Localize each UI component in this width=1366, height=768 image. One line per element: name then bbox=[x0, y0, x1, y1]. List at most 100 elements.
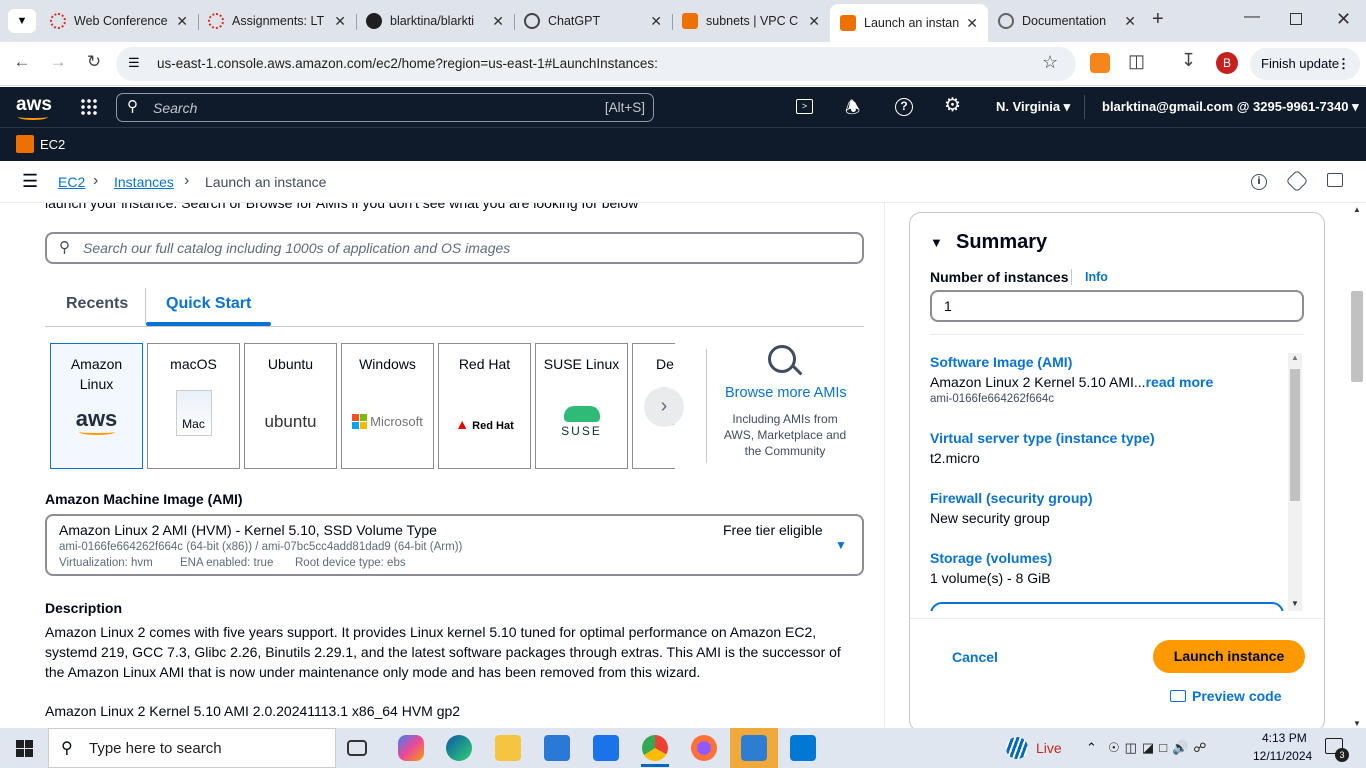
settings-gear-icon[interactable]: ⚙ bbox=[944, 94, 961, 117]
breadcrumb-ec2[interactable]: EC2 bbox=[58, 174, 85, 190]
reload-icon[interactable]: ↻ bbox=[82, 52, 106, 72]
os-card-amazon-linux[interactable]: Amazon Linux aws bbox=[50, 343, 143, 469]
help-icon[interactable]: ? bbox=[895, 98, 913, 116]
summary-instance-type-link[interactable]: Virtual server type (instance type) bbox=[930, 430, 1155, 446]
tray-chevron-up-icon[interactable]: ⌃ bbox=[1086, 740, 1097, 756]
file-explorer-icon[interactable] bbox=[495, 735, 521, 761]
tutorial-panel-icon[interactable] bbox=[1327, 173, 1343, 187]
close-tab-icon[interactable]: ✕ bbox=[334, 13, 346, 30]
site-info-icon[interactable]: ☰ bbox=[128, 55, 140, 71]
cloudshell-icon[interactable]: > bbox=[796, 99, 813, 114]
summary-scrollbar[interactable]: ▲ ▼ bbox=[1288, 353, 1302, 611]
github-icon bbox=[366, 13, 382, 29]
summary-storage-link[interactable]: Storage (volumes) bbox=[930, 550, 1052, 566]
metamask-icon[interactable] bbox=[1090, 53, 1110, 73]
tray-icons[interactable]: ☉◫◪□🔊☍ bbox=[1108, 740, 1211, 756]
browser-tab[interactable]: blarktina/blarkti ✕ bbox=[356, 6, 514, 36]
services-grid-icon[interactable] bbox=[80, 98, 98, 116]
new-tab-plus-icon[interactable]: + bbox=[1152, 8, 1164, 31]
windows-start-icon[interactable] bbox=[16, 740, 33, 757]
finish-update-button[interactable]: Finish update ⋮ bbox=[1250, 48, 1360, 80]
browser-tab[interactable]: Assignments: LT ✕ bbox=[198, 6, 356, 36]
back-icon[interactable]: ← bbox=[10, 52, 34, 72]
bookmark-star-icon[interactable]: ☆ bbox=[1042, 52, 1058, 73]
tab-quick-start[interactable]: Quick Start bbox=[166, 295, 251, 313]
summary-ami-link[interactable]: Software Image (AMI) bbox=[930, 354, 1072, 370]
firefox-icon[interactable] bbox=[691, 735, 717, 761]
extensions-icon[interactable]: ◫ bbox=[1128, 51, 1145, 72]
browser-tab[interactable]: Documentation ✕ bbox=[988, 6, 1146, 36]
paint-icon[interactable] bbox=[741, 735, 767, 761]
close-tab-icon[interactable]: ✕ bbox=[966, 15, 978, 32]
account-menu[interactable]: blarktina@gmail.com @ 3295-9961-7340 ▾ bbox=[1102, 99, 1359, 115]
browser-tab[interactable]: Web Conference ✕ bbox=[40, 6, 198, 36]
close-tab-icon[interactable]: ✕ bbox=[808, 13, 820, 30]
os-card-ubuntu[interactable]: Ubuntu ubuntu bbox=[244, 343, 337, 469]
edge-icon[interactable] bbox=[446, 735, 472, 761]
preview-code-button[interactable]: Preview code bbox=[1170, 688, 1282, 704]
microsoft-store-icon[interactable] bbox=[544, 735, 570, 761]
ami-select-dropdown[interactable]: Amazon Linux 2 AMI (HVM) - Kernel 5.10, … bbox=[45, 514, 864, 576]
bell-icon[interactable]: 🕭 bbox=[845, 95, 860, 124]
weather-text[interactable]: Live bbox=[1036, 740, 1062, 756]
browse-amis-search-icon[interactable] bbox=[768, 345, 796, 373]
clock-time[interactable]: 4:13 PM bbox=[1262, 731, 1307, 745]
page-scrollbar[interactable]: ▲ ▼ bbox=[1349, 203, 1366, 728]
hamburger-menu-icon[interactable]: ☰ bbox=[22, 171, 38, 192]
breadcrumb: ☰ EC2 › Instances › Launch an instance i bbox=[0, 161, 1366, 203]
browse-more-subtext: Including AMIs from AWS, Marketplace and… bbox=[723, 412, 847, 458]
close-window-icon[interactable]: ✕ bbox=[1336, 9, 1351, 30]
chrome-icon[interactable] bbox=[642, 735, 668, 761]
os-card-windows[interactable]: Windows Microsoft bbox=[341, 343, 434, 469]
taskbar-search-input[interactable]: ⚲ Type here to search bbox=[48, 728, 336, 768]
read-more-link[interactable]: read more bbox=[1146, 374, 1214, 390]
page-scroll-thumb[interactable] bbox=[1351, 291, 1363, 382]
breadcrumb-instances[interactable]: Instances bbox=[114, 174, 174, 190]
collapse-caret-icon[interactable]: ▼ bbox=[930, 235, 943, 250]
os-card-suse[interactable]: SUSE Linux SUSE bbox=[535, 343, 628, 469]
scroll-up-arrow-icon[interactable]: ▲ bbox=[1353, 205, 1361, 214]
os-card-macos[interactable]: macOS Mac bbox=[147, 343, 240, 469]
scroll-down-arrow-icon[interactable]: ▼ bbox=[1353, 719, 1361, 728]
close-tab-icon[interactable]: ✕ bbox=[650, 13, 662, 30]
aws-logo[interactable]: aws bbox=[16, 94, 52, 116]
minimize-icon[interactable]: — bbox=[1244, 8, 1260, 26]
cancel-button[interactable]: Cancel bbox=[952, 649, 998, 665]
service-ec2-link[interactable]: EC2 bbox=[40, 137, 65, 152]
info-link[interactable]: Info bbox=[1085, 270, 1108, 284]
scroll-down-arrow-icon[interactable]: ▼ bbox=[1291, 599, 1299, 608]
profile-avatar[interactable]: B bbox=[1216, 52, 1238, 74]
aws-search-input[interactable]: ⚲ Search [Alt+S] bbox=[116, 93, 654, 122]
browse-more-amis-link[interactable]: Browse more AMIs bbox=[725, 385, 847, 401]
browser-tab[interactable]: ChatGPT ✕ bbox=[514, 6, 672, 36]
close-tab-icon[interactable]: ✕ bbox=[176, 13, 188, 30]
tab-search-button[interactable]: ▼ bbox=[8, 9, 36, 33]
tab-recents[interactable]: Recents bbox=[66, 295, 128, 313]
browser-tab[interactable]: subnets | VPC C ✕ bbox=[672, 6, 830, 36]
task-view-icon[interactable] bbox=[347, 740, 367, 756]
num-instances-input[interactable]: 1 bbox=[930, 290, 1304, 322]
close-tab-icon[interactable]: ✕ bbox=[492, 13, 504, 30]
restore-icon[interactable] bbox=[1290, 13, 1302, 25]
url-bar[interactable]: ☰ us-east-1.console.aws.amazon.com/ec2/h… bbox=[116, 47, 1076, 81]
carousel-next-button[interactable]: › bbox=[644, 387, 684, 427]
feedback-icon[interactable] bbox=[1285, 169, 1309, 193]
forward-icon[interactable]: → bbox=[46, 52, 70, 72]
scroll-thumb[interactable] bbox=[1290, 369, 1300, 501]
launch-instance-button[interactable]: Launch instance bbox=[1153, 640, 1305, 673]
info-circle-icon[interactable]: i bbox=[1251, 174, 1267, 190]
scroll-up-arrow-icon[interactable]: ▲ bbox=[1291, 353, 1299, 362]
summary-firewall-link[interactable]: Firewall (security group) bbox=[930, 490, 1093, 506]
vscode-icon[interactable] bbox=[790, 735, 816, 761]
close-tab-icon[interactable]: ✕ bbox=[1124, 13, 1136, 30]
clock-date[interactable]: 12/11/2024 bbox=[1253, 749, 1312, 763]
copilot-icon[interactable] bbox=[398, 735, 424, 761]
browser-tab-active[interactable]: Launch an instan ✕ bbox=[830, 4, 988, 42]
catalog-search-input[interactable]: ⚲ Search our full catalog including 1000… bbox=[45, 232, 864, 264]
weather-icon[interactable] bbox=[1006, 737, 1028, 759]
breadcrumb-current: Launch an instance bbox=[205, 174, 327, 190]
region-selector[interactable]: N. Virginia ▾ bbox=[996, 99, 1070, 115]
download-icon[interactable]: ↧ bbox=[1181, 50, 1196, 71]
os-card-redhat[interactable]: Red Hat ▲ Red Hat bbox=[438, 343, 531, 469]
mail-icon[interactable] bbox=[593, 735, 619, 761]
